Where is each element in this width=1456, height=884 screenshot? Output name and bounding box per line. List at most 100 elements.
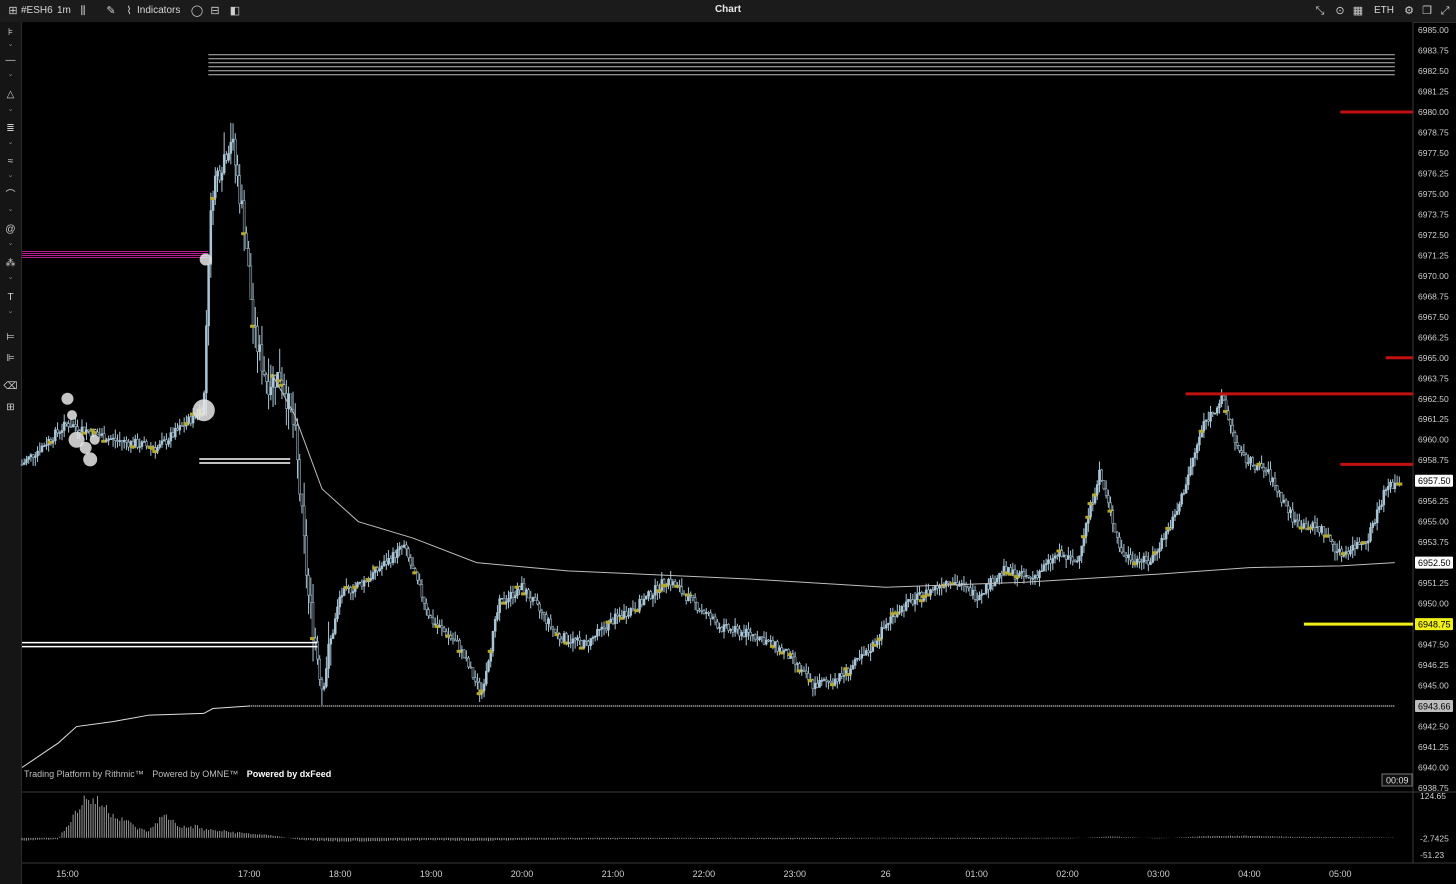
candle-body [1304, 523, 1308, 529]
candle-body [376, 567, 379, 572]
candle-body [1373, 522, 1377, 525]
candle-body [1111, 510, 1115, 524]
price-label: 6957.50 [1418, 476, 1451, 486]
candle-body [449, 635, 453, 639]
candle-body [182, 425, 186, 427]
candle-body [793, 656, 797, 665]
candle-body [231, 138, 235, 143]
candle-body [356, 582, 359, 587]
candle-body [1011, 569, 1015, 574]
omne-attribution: Powered by OMNE™ [152, 769, 239, 779]
candle-body [902, 605, 906, 611]
candle-body [1051, 558, 1055, 564]
candle-body [996, 577, 999, 583]
price-tick-label: 6972.50 [1418, 230, 1449, 240]
candle-body [1333, 544, 1337, 553]
candle-body [907, 599, 910, 603]
candle-body [744, 628, 748, 637]
candle-body [631, 608, 635, 611]
candle-body [1202, 421, 1206, 432]
candle-body [465, 657, 468, 659]
candle-body [680, 586, 684, 594]
candle-body [1018, 572, 1021, 577]
poc-marker [1396, 482, 1403, 486]
candle-body [1347, 551, 1350, 555]
candle-body [69, 426, 73, 428]
candle-body [551, 626, 555, 630]
candle-body [913, 599, 917, 605]
candle-body [1102, 480, 1106, 490]
price-tick-label: 6973.75 [1418, 209, 1449, 219]
candle-body [558, 633, 561, 640]
candle-body [849, 669, 852, 675]
candle-body [420, 584, 424, 598]
candle-body [242, 200, 246, 234]
candle-body [1375, 509, 1379, 524]
price-chart[interactable]: 6985.00 6983.75 6982.50 6981.25 6980.00 6978.… [0, 0, 1456, 884]
time-tick-label: 02:00 [1056, 869, 1079, 879]
candle-body [1129, 554, 1132, 561]
candle-body [1218, 403, 1221, 409]
candle-body [118, 440, 121, 442]
candle-body [851, 665, 855, 670]
time-tick-label: 20:00 [511, 869, 534, 879]
candle-body [433, 623, 437, 626]
candle-body [749, 631, 752, 637]
candle-body [1278, 491, 1281, 494]
candle-body [1164, 531, 1168, 540]
candle-body [1275, 485, 1279, 493]
candle-body [385, 560, 388, 565]
candle-body [56, 429, 59, 434]
candle-body [482, 683, 486, 691]
candle-body [500, 598, 504, 600]
candle-body [753, 634, 757, 640]
candle-body [265, 374, 268, 382]
candle-body [669, 578, 672, 586]
candle-body [898, 611, 901, 614]
candle-body [307, 574, 310, 596]
candle-body [1315, 526, 1319, 528]
candle-body [596, 629, 599, 637]
candle-body [1195, 444, 1199, 453]
candle-body [1064, 554, 1068, 560]
candle-body [156, 447, 159, 452]
candle-body [1140, 561, 1143, 563]
candle-body [1224, 399, 1228, 412]
candle-body [758, 636, 761, 641]
candle-body [180, 425, 184, 427]
candle-body [691, 594, 695, 598]
candle-body [1155, 551, 1159, 553]
candle-body [1135, 558, 1139, 564]
candle-body [1311, 522, 1314, 528]
candle-body [791, 653, 795, 658]
candle-body [729, 629, 732, 631]
candle-body [984, 584, 988, 594]
candle-body [451, 638, 455, 641]
candle-body [776, 641, 779, 652]
candle-body [1104, 488, 1108, 496]
candle-body [114, 437, 117, 441]
candle-body [1109, 502, 1112, 511]
candle-body [1371, 523, 1374, 528]
candle-body [1038, 571, 1041, 579]
candle-body [742, 632, 746, 637]
candle-body [485, 670, 488, 685]
candle-body [1144, 555, 1148, 561]
candle-body [254, 325, 257, 328]
candle-body [309, 594, 313, 603]
candle-body [1291, 509, 1294, 523]
volume-bubble [199, 253, 212, 266]
candle-body [1162, 538, 1166, 540]
candle-body [1131, 559, 1135, 562]
candle-body [220, 172, 224, 181]
candle-body [487, 661, 490, 672]
candle-body [858, 657, 861, 660]
candle-body [467, 657, 470, 668]
candle-body [402, 544, 406, 548]
candle-body [25, 459, 28, 464]
price-tick-label: 6985.00 [1418, 25, 1449, 35]
candle-body [245, 232, 248, 249]
candle-body [773, 641, 777, 647]
candle-body [991, 578, 995, 586]
candle-body [967, 586, 970, 589]
